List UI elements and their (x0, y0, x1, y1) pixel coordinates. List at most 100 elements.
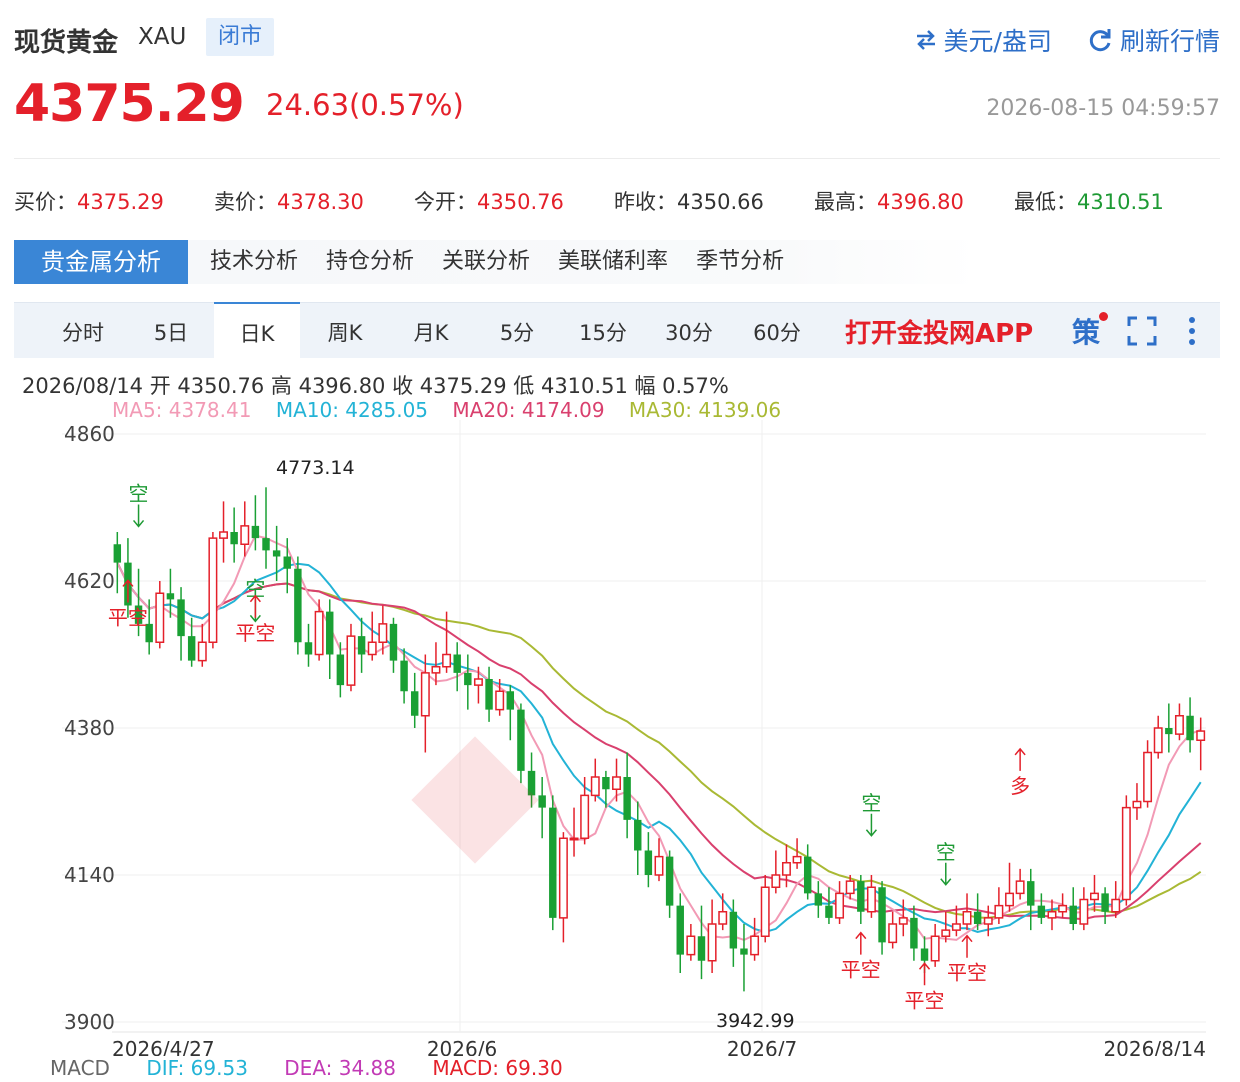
y-tick-label: 4620 (64, 569, 115, 593)
candle-up (314, 610, 324, 656)
candle-down (283, 556, 291, 569)
candle-up (1143, 751, 1153, 803)
quote-open: 今开：4350.76 (414, 190, 564, 214)
candle-down (251, 525, 260, 539)
candle-up (367, 641, 377, 656)
period-15min[interactable]: 15分 (570, 303, 636, 359)
signal-label: 空 (129, 481, 149, 505)
strategy-button[interactable]: 策 (1072, 311, 1100, 351)
currency-toggle-button[interactable]: 美元/盎司 (914, 22, 1052, 58)
signal-marker: 空 (861, 791, 881, 837)
ma10-label: MA10: 4285.05 (275, 398, 429, 422)
candle-up (1005, 892, 1014, 907)
tab-positions[interactable]: 持仓分析 (312, 240, 428, 284)
candle-up (983, 917, 993, 925)
candle-up (1079, 898, 1089, 925)
candle-up (835, 892, 845, 919)
candle-up (888, 923, 898, 944)
candle-down (113, 544, 122, 563)
candle-down (729, 911, 738, 949)
period-5day[interactable]: 5日 (138, 303, 204, 359)
candle-up (1047, 911, 1057, 919)
tab-technical[interactable]: 技术分析 (196, 240, 312, 284)
candle-up (845, 880, 855, 895)
candle-up (792, 855, 802, 864)
candle-down (1186, 715, 1194, 741)
candle-down (517, 709, 525, 771)
candle-down (294, 568, 302, 643)
signal-marker: 空 (129, 481, 149, 528)
period-30min[interactable]: 30分 (656, 303, 722, 359)
ma5-label: MA5: 4378.41 (112, 398, 252, 422)
quote-stats: 买价：4375.29 卖价：4378.30 今开：4350.76 昨收：4350… (14, 186, 1220, 216)
period-intraday[interactable]: 分时 (48, 303, 118, 359)
candle-up (612, 776, 621, 790)
status-badge: 闭市 (206, 18, 274, 56)
kline-chart[interactable]: 4860 4620 4380 4140 3900 2026/4/27 2026/6 2026/… (0, 420, 1240, 1056)
period-monthly-k[interactable]: 月K (398, 303, 464, 359)
more-icon[interactable] (1186, 315, 1198, 347)
candle-up (760, 886, 770, 937)
signal-arrow (249, 594, 261, 618)
symbol-label: XAU (138, 24, 187, 50)
signal-label: 空 (861, 791, 881, 815)
tab-correlation[interactable]: 关联分析 (428, 240, 544, 284)
period-5min[interactable]: 5分 (484, 303, 550, 359)
price-change: 24.63(0.57%) (266, 88, 464, 122)
period-daily-k[interactable]: 日K (214, 302, 300, 359)
x-tick-label: 2026/7 (727, 1037, 797, 1056)
candle-up (558, 837, 568, 919)
candle-down (400, 660, 408, 692)
candle-up (781, 862, 791, 876)
candle-up (1196, 730, 1206, 741)
candle-up (951, 923, 961, 931)
y-tick-label: 4380 (64, 716, 115, 740)
quote-prev-close: 昨收：4350.66 (614, 190, 764, 214)
candle-down (304, 642, 313, 655)
y-tick-label: 3900 (64, 1010, 115, 1034)
candle-down (740, 948, 748, 955)
signal-marker: 多 (1010, 747, 1030, 798)
candle-up (431, 666, 441, 674)
candle-down (464, 672, 472, 686)
open-app-link[interactable]: 打开金投网APP (845, 313, 1033, 350)
period-60min[interactable]: 60分 (742, 303, 812, 359)
tab-seasonal[interactable]: 季节分析 (682, 240, 798, 284)
refresh-label: 刷新行情 (1119, 27, 1220, 56)
candle-up (590, 776, 600, 797)
macd-title: MACD (50, 1056, 110, 1080)
signal-label: 多 (1010, 774, 1030, 798)
candle-up (442, 653, 452, 668)
candle-down (177, 599, 185, 637)
signal-marker: 平空 (947, 934, 987, 985)
candle-up (473, 678, 483, 686)
candle-up (707, 923, 717, 962)
period-weekly-k[interactable]: 周K (312, 303, 378, 359)
signal-arrow (940, 862, 952, 886)
signal-label: 平空 (108, 605, 148, 629)
candle-up (219, 531, 228, 539)
refresh-button[interactable]: 刷新行情 (1086, 22, 1220, 58)
divider (14, 158, 1220, 159)
signal-label: 平空 (235, 621, 275, 645)
tab-fed-rate[interactable]: 美联储利率 (544, 240, 682, 284)
quote-low: 最低：4310.51 (1014, 190, 1164, 214)
candle-up (495, 690, 505, 711)
tab-precious-metals[interactable]: 贵金属分析 (14, 240, 188, 284)
signal-label: 空 (936, 840, 956, 864)
candle-down (453, 654, 461, 673)
candle-down (857, 881, 865, 912)
quote-bid: 买价：4375.29 (14, 190, 164, 214)
candle-down (1037, 905, 1046, 918)
signal-arrow (1014, 747, 1026, 771)
candle-up (378, 623, 388, 643)
swap-icon (916, 30, 935, 50)
fullscreen-icon[interactable] (1126, 315, 1158, 347)
x-tick-label: 2026/8/14 (1103, 1037, 1206, 1056)
signal-arrow (961, 934, 973, 958)
candle-down (506, 691, 515, 710)
candle-down (485, 679, 493, 710)
candle-down (634, 819, 642, 851)
candle-up (654, 855, 664, 876)
candle-up (1153, 727, 1163, 754)
